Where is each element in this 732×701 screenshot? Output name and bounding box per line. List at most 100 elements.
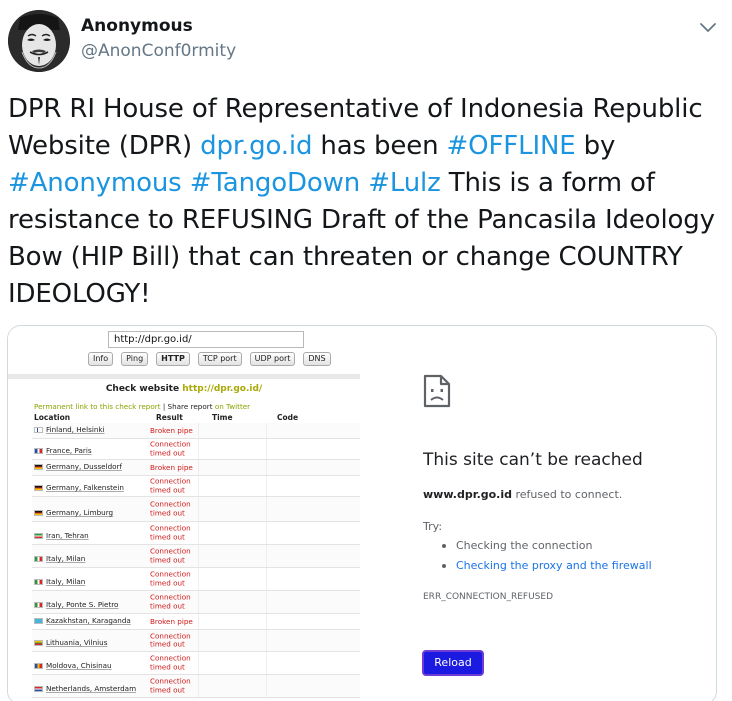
table-header: Location Result Time Code	[34, 413, 360, 423]
chevron-down-icon[interactable]	[697, 16, 719, 38]
flag-icon	[34, 533, 43, 539]
row-result: Broken pipe	[150, 462, 193, 472]
table-row: Italy, Ponte S. Pietro Connection timed o…	[32, 591, 360, 614]
row-location: Germany, Falkenstein	[34, 483, 124, 492]
row-location: Moldova, Chisinau	[34, 661, 112, 670]
link-dpr[interactable]: dpr.go.id	[200, 131, 312, 161]
location-name: Germany, Dusseldorf	[46, 462, 123, 471]
row-result: Connection timed out	[150, 439, 191, 457]
row-location: Finland, Helsinki	[34, 425, 105, 434]
table-row: Iran, Tehran Connection timed out	[32, 522, 360, 545]
row-result: Connection timed out	[150, 569, 191, 587]
guy-fawkes-mask-icon	[8, 10, 70, 72]
results-table: Finland, Helsinki Broken pipe France, Pari…	[32, 423, 360, 698]
row-result: Broken pipe	[150, 425, 193, 435]
share-twitter-link: on Twitter	[214, 402, 251, 411]
cell-divider	[198, 652, 199, 674]
cell-divider	[266, 614, 267, 629]
row-result: Connection timed out	[150, 476, 191, 494]
column-location: Location	[34, 413, 71, 422]
flag-icon	[34, 686, 43, 692]
table-row: Netherlands, Amsterdam Connection timed o…	[32, 675, 360, 698]
cell-divider	[198, 522, 199, 544]
row-result: Connection timed out	[150, 631, 191, 649]
dns-button: DNS	[303, 352, 331, 366]
row-result: Connection timed out	[150, 546, 191, 564]
http-button: HTTP	[156, 352, 190, 366]
cell-divider	[198, 630, 199, 651]
permalink: Permanent link to this check report	[34, 402, 161, 411]
error-title: This site can’t be reached	[423, 450, 643, 470]
cell-divider	[266, 568, 267, 590]
flag-icon	[34, 602, 43, 608]
row-location: Italy, Ponte S. Pietro	[34, 600, 118, 609]
cell-divider	[198, 545, 199, 567]
cell-divider	[198, 439, 199, 459]
flag-icon	[34, 663, 43, 669]
cell-divider	[198, 476, 199, 496]
cell-divider	[266, 591, 267, 613]
table-row: Italy, Milan Connection timed out	[32, 568, 360, 591]
check-title-url: http://dpr.go.id/	[182, 384, 263, 394]
location-name: Italy, Milan	[46, 577, 86, 586]
cell-divider	[198, 568, 199, 590]
cell-divider	[198, 460, 199, 475]
user-handle[interactable]: @AnonConf0rmity	[81, 41, 236, 61]
flag-icon	[34, 510, 43, 516]
cell-divider	[198, 591, 199, 613]
flag-icon	[34, 485, 43, 491]
flag-icon	[34, 427, 43, 433]
hashtag-lulz[interactable]: #Lulz	[368, 168, 441, 198]
hashtag-anonymous[interactable]: #Anonymous	[8, 168, 182, 198]
location-name: Germany, Limburg	[46, 508, 114, 517]
location-name: Kazakhstan, Karaganda	[46, 616, 131, 625]
tweet-text-part: by	[575, 131, 616, 161]
table-row: Finland, Helsinki Broken pipe	[32, 423, 360, 439]
sad-document-icon	[423, 374, 451, 408]
error-code: ERR_CONNECTION_REFUSED	[423, 592, 553, 602]
cell-divider	[198, 497, 199, 521]
table-row: Lithuania, Vilnius Connection timed out	[32, 630, 360, 652]
row-location: France, Paris	[34, 446, 92, 455]
check-title: Check website http://dpr.go.id/	[8, 384, 360, 394]
table-row: Kazakhstan, Karaganda Broken pipe	[32, 614, 360, 630]
table-row: Germany, Dusseldorf Broken pipe	[32, 460, 360, 476]
location-name: Moldova, Chisinau	[46, 661, 112, 670]
cell-divider	[198, 675, 199, 697]
tweet-text: DPR RI House of Representative of Indone…	[8, 91, 724, 313]
hashtag-tangodown[interactable]: #TangoDown	[190, 168, 361, 198]
error-refused-text: refused to connect.	[512, 488, 623, 501]
flag-icon	[34, 579, 43, 585]
display-name[interactable]: Anonymous	[81, 16, 193, 36]
cell-divider	[266, 630, 267, 651]
cell-divider	[266, 675, 267, 697]
row-location: Iran, Tehran	[34, 531, 89, 540]
row-location: Italy, Milan	[34, 577, 85, 586]
udp-port-button: UDP port	[249, 352, 296, 366]
tweet-image[interactable]: http://dpr.go.id/ Info Ping HTTP TCP por…	[7, 325, 717, 701]
row-result: Connection timed out	[150, 592, 191, 610]
column-result: Result	[156, 413, 183, 422]
check-host-report: http://dpr.go.id/ Info Ping HTTP TCP por…	[8, 326, 360, 701]
error-host: www.dpr.go.id	[423, 488, 512, 501]
location-name: Lithuania, Vilnius	[46, 638, 108, 647]
row-result: Connection timed out	[150, 499, 191, 517]
column-time: Time	[212, 413, 233, 422]
tweet-text-space	[182, 168, 190, 198]
row-location: Germany, Limburg	[34, 508, 113, 517]
location-name: Italy, Ponte S. Pietro	[46, 600, 119, 609]
cell-divider	[266, 522, 267, 544]
suggestion-list: Checking the connection Checking the pro…	[440, 539, 652, 579]
flag-icon	[34, 556, 43, 562]
avatar[interactable]	[8, 10, 70, 72]
location-name: Germany, Falkenstein	[46, 483, 124, 492]
row-location: Lithuania, Vilnius	[34, 638, 107, 647]
tweet-text-space	[360, 168, 368, 198]
cell-divider	[266, 497, 267, 521]
share-separator: | Share report	[160, 402, 215, 411]
flag-icon	[34, 464, 43, 470]
table-row: France, Paris Connection timed out	[32, 439, 360, 460]
row-result: Connection timed out	[150, 523, 191, 541]
location-name: France, Paris	[46, 446, 92, 455]
hashtag-offline[interactable]: #OFFLINE	[447, 131, 576, 161]
